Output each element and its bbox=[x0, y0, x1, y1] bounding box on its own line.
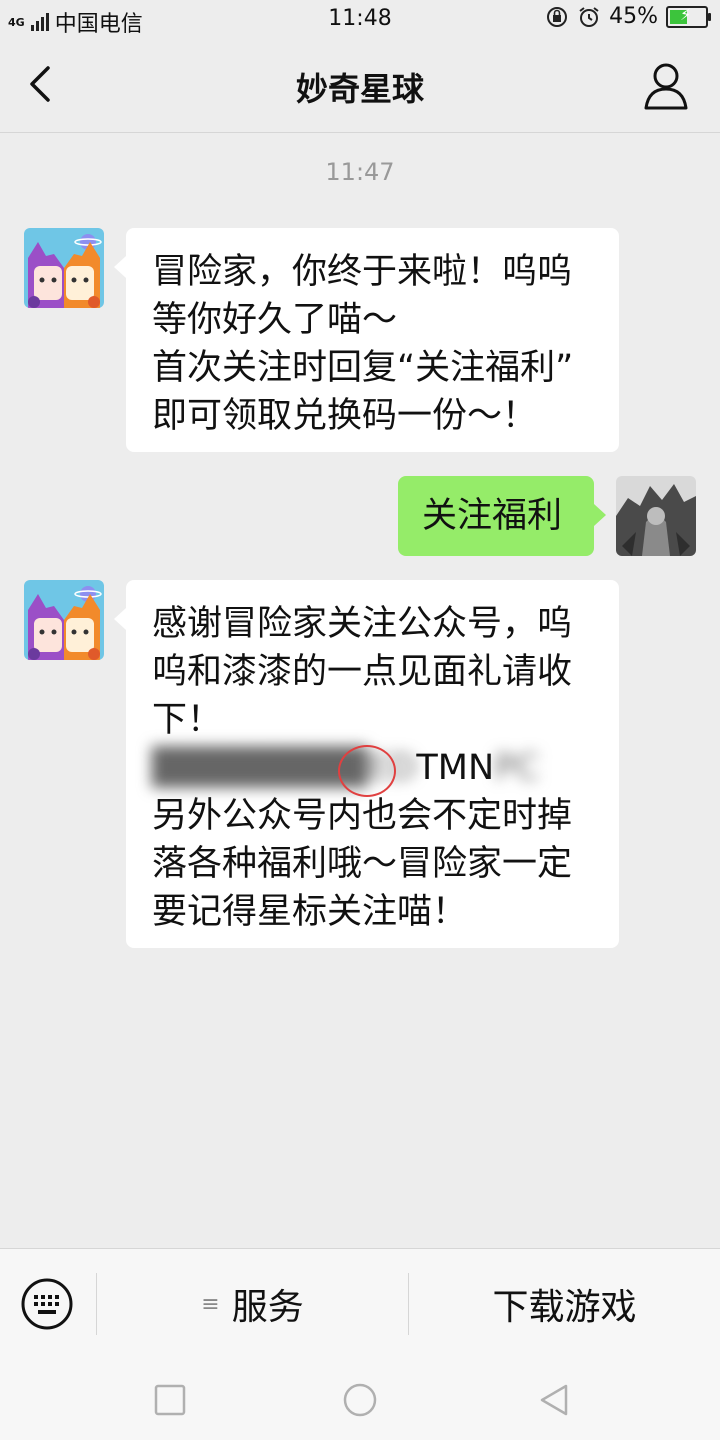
message-line: 关注福利 bbox=[422, 496, 563, 536]
user-avatar[interactable] bbox=[616, 476, 696, 556]
message-line: 要记得星标关注喵！ bbox=[152, 892, 468, 932]
message-line: 另外公众号内也会不定时掉 bbox=[152, 796, 573, 836]
red-circle-annotation bbox=[338, 745, 396, 797]
redeem-code-line: ████████EDTMNPC bbox=[152, 744, 593, 797]
header-bar: 妙奇星球 bbox=[0, 38, 720, 133]
message-bubble-received[interactable]: 感谢冒险家关注公众号，呜 呜和漆漆的一点见面礼请收 下！ ████████EDT… bbox=[114, 580, 619, 948]
battery-percent: 45% bbox=[609, 4, 658, 29]
message-line: 等你好久了喵～ bbox=[152, 300, 398, 340]
keyboard-icon[interactable] bbox=[20, 1277, 74, 1331]
message-line: 即可领取兑换码一份～！ bbox=[152, 396, 538, 436]
official-account-avatar[interactable] bbox=[24, 228, 104, 308]
rotation-lock-icon bbox=[547, 6, 568, 27]
home-icon[interactable] bbox=[342, 1382, 378, 1418]
system-nav-bar bbox=[0, 1358, 720, 1440]
person-icon[interactable] bbox=[642, 58, 690, 112]
service-label: 服务 bbox=[231, 1287, 304, 1328]
download-label: 下载游戏 bbox=[492, 1287, 637, 1328]
download-game-button[interactable]: 下载游戏 bbox=[409, 1277, 720, 1331]
official-account-avatar[interactable] bbox=[24, 580, 104, 660]
page-title: 妙奇星球 bbox=[295, 70, 424, 108]
code-visible-part: TMN bbox=[416, 748, 495, 788]
back-icon[interactable] bbox=[536, 1382, 572, 1418]
wechat-chat-screen: 4G 中国电信 11:48 45% ⚡ 妙奇星球 11:47 冒险家，你终于来啦… bbox=[0, 0, 720, 1440]
message-line: 呜和漆漆的一点见面礼请收 bbox=[152, 652, 573, 692]
bottom-menu-bar: ≡ 服务 下载游戏 bbox=[0, 1248, 720, 1359]
message-bubble-received[interactable]: 冒险家，你终于来啦！呜呜 等你好久了喵～ 首次关注时回复“关注福利” 即可领取兑… bbox=[114, 228, 619, 452]
chat-timestamp: 11:47 bbox=[325, 158, 395, 186]
redacted-code-tail: PC bbox=[494, 748, 540, 788]
status-right: 45% ⚡ bbox=[545, 4, 711, 29]
alarm-icon bbox=[579, 6, 599, 27]
message-line: 落各种福利哦～冒险家一定 bbox=[152, 844, 573, 884]
battery-icon: ⚡ bbox=[666, 5, 711, 28]
status-bar: 4G 中国电信 11:48 45% ⚡ bbox=[0, 0, 720, 38]
message-bubble-sent[interactable]: 关注福利 bbox=[398, 476, 606, 556]
message-line: 冒险家，你终于来啦！呜呜 bbox=[152, 252, 573, 292]
menu-lines-icon: ≡ bbox=[201, 1291, 220, 1317]
message-line: 感谢冒险家关注公众号，呜 bbox=[152, 604, 573, 644]
recent-apps-icon[interactable] bbox=[152, 1382, 188, 1418]
message-line: 下！ bbox=[152, 700, 223, 740]
service-menu-button[interactable]: ≡ 服务 bbox=[97, 1277, 408, 1331]
message-line: 首次关注时回复“关注福利” bbox=[152, 348, 574, 388]
